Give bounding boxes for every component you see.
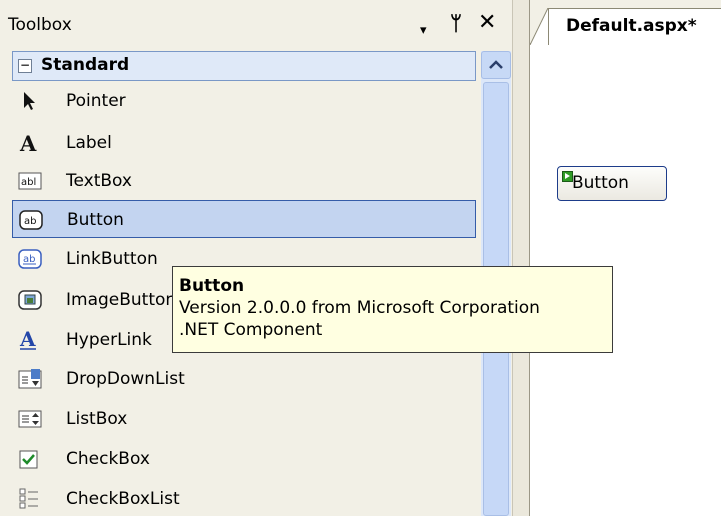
toolbox-item-listbox[interactable]: ListBox	[12, 400, 476, 438]
item-label: DropDownList	[66, 369, 185, 389]
placed-button-control[interactable]: Button	[557, 166, 667, 201]
listbox-icon	[18, 408, 42, 430]
imagebutton-icon	[18, 289, 42, 311]
toolbox-titlebar: Toolbox ▾ ᛘ ✕	[0, 0, 512, 48]
panel-splitter[interactable]	[512, 0, 530, 516]
svg-text:A: A	[19, 329, 36, 351]
toolbox-title: Toolbox	[8, 15, 72, 35]
chevron-up-icon	[489, 60, 503, 69]
dropdownlist-icon	[18, 368, 42, 390]
svg-text:ab: ab	[24, 216, 36, 227]
checkbox-icon	[18, 448, 40, 470]
toolbox-item-label[interactable]: A Label	[12, 124, 476, 162]
item-label: ListBox	[66, 409, 128, 429]
svg-text:abl: abl	[21, 177, 36, 188]
window-position-dropdown-icon[interactable]: ▾	[420, 17, 427, 45]
toolbox-item-dropdownlist[interactable]: DropDownList	[12, 360, 476, 398]
item-label: Button	[67, 210, 124, 230]
tab-label: Default.aspx*	[566, 16, 697, 36]
item-label: TextBox	[66, 171, 132, 191]
designer-surface[interactable]	[512, 0, 721, 516]
tooltip-title: Button	[179, 276, 245, 296]
toolbox-item-checkboxlist[interactable]: CheckBoxList	[12, 480, 476, 516]
hyperlink-icon: A	[18, 327, 40, 351]
button-icon: ab	[19, 209, 43, 231]
item-label: Label	[66, 133, 112, 153]
item-label: LinkButton	[66, 249, 158, 269]
item-label: ImageButton	[66, 290, 177, 310]
placed-button-label: Button	[572, 173, 629, 193]
tooltip: Button Version 2.0.0.0 from Microsoft Co…	[172, 266, 613, 353]
tooltip-component-type: .NET Component	[179, 320, 323, 340]
category-label: Standard	[41, 55, 130, 75]
svg-text:ab: ab	[23, 254, 35, 265]
tab-edge	[530, 8, 550, 45]
item-label: CheckBoxList	[66, 489, 180, 509]
scroll-up-button[interactable]	[481, 51, 511, 79]
auto-hide-pin-icon[interactable]: ᛘ	[450, 9, 462, 37]
close-icon[interactable]: ✕	[478, 9, 496, 37]
pointer-icon	[18, 90, 40, 112]
item-label: Pointer	[66, 91, 126, 111]
item-label: HyperLink	[66, 330, 152, 350]
checkboxlist-icon	[18, 488, 40, 510]
item-label: CheckBox	[66, 449, 150, 469]
linkbutton-icon: ab	[18, 248, 42, 270]
textbox-icon: abl	[18, 170, 42, 192]
category-standard[interactable]: − Standard	[12, 51, 476, 81]
toolbox-panel: Toolbox ▾ ᛘ ✕ − Standard Pointer A Label…	[0, 0, 512, 516]
label-icon: A	[18, 131, 40, 156]
svg-text:A: A	[19, 132, 37, 154]
toolbox-item-checkbox[interactable]: CheckBox	[12, 440, 476, 478]
toolbox-item-textbox[interactable]: abl TextBox	[12, 162, 476, 200]
toolbox-item-button[interactable]: ab Button	[12, 200, 476, 238]
collapse-icon[interactable]: −	[18, 59, 32, 73]
toolbox-item-pointer[interactable]: Pointer	[12, 82, 476, 120]
tooltip-version: Version 2.0.0.0 from Microsoft Corporati…	[179, 298, 540, 318]
